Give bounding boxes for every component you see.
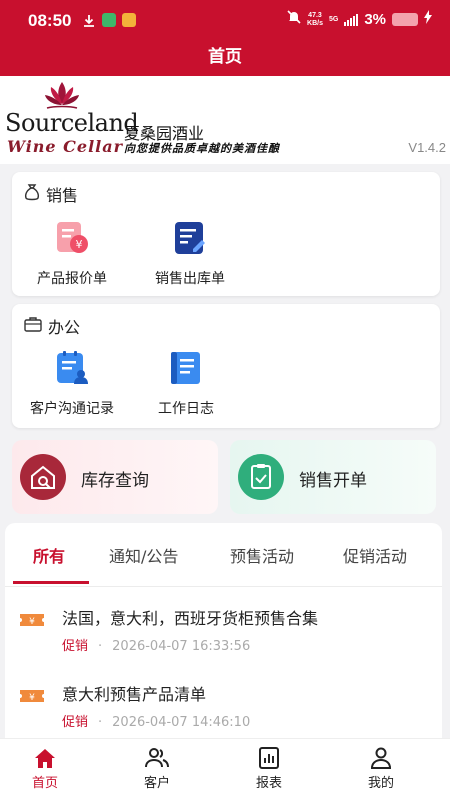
news-type: 促销 bbox=[62, 715, 89, 730]
tab-promotion[interactable]: 促销活动 bbox=[343, 543, 407, 567]
charging-icon bbox=[424, 10, 432, 29]
brand-subtitle-en: Wine Cellar bbox=[7, 137, 124, 156]
customer-record-icon bbox=[57, 351, 88, 384]
active-tab-indicator bbox=[13, 581, 89, 584]
coupon-icon: ¥ bbox=[20, 614, 44, 627]
person-icon bbox=[370, 747, 392, 769]
page-title: 首页 bbox=[0, 40, 450, 76]
users-icon bbox=[145, 748, 169, 768]
quote-sheet-label: 产品报价单 bbox=[37, 271, 107, 287]
news-item[interactable]: ¥ 法国，意大利，西班牙货柜预售合集 促销 · 2026-04-07 16:33:5… bbox=[5, 597, 442, 667]
sales-header: 销售 bbox=[24, 182, 78, 206]
office-card: 办公 客户沟通记录 工作日志 bbox=[12, 304, 440, 428]
svg-text:¥: ¥ bbox=[29, 693, 35, 703]
lotus-logo-icon bbox=[45, 82, 79, 109]
tab-customers[interactable]: 客户 bbox=[117, 747, 197, 791]
work-log-label: 工作日志 bbox=[158, 401, 214, 417]
quote-sheet-button[interactable]: ¥ 产品报价单 bbox=[32, 220, 112, 288]
svg-text:¥: ¥ bbox=[76, 238, 83, 251]
tab-home[interactable]: 首页 bbox=[5, 747, 85, 791]
coupon-icon: ¥ bbox=[20, 690, 44, 703]
bottom-tab-bar: 首页 客户 报表 我的 bbox=[0, 738, 450, 800]
sales-order-label: 销售开单 bbox=[299, 471, 367, 491]
customer-communication-button[interactable]: 客户沟通记录 bbox=[22, 350, 122, 418]
office-title: 办公 bbox=[48, 318, 81, 337]
svg-text:¥: ¥ bbox=[29, 617, 35, 627]
report-icon bbox=[259, 747, 279, 769]
tab-notices[interactable]: 通知/公告 bbox=[109, 543, 178, 567]
sales-outbound-label: 销售出库单 bbox=[155, 271, 225, 287]
warehouse-search-icon bbox=[20, 454, 66, 500]
news-tabs: 所有 通知/公告 预售活动 促销活动 bbox=[5, 523, 442, 587]
news-meta: 促销 · 2026-04-07 14:46:10 bbox=[62, 715, 251, 730]
signal-icon bbox=[344, 13, 359, 26]
brand-name-en: Sourceland bbox=[5, 109, 139, 137]
inventory-query-button[interactable]: 库存查询 bbox=[12, 440, 218, 514]
status-time: 08:50 bbox=[28, 11, 72, 30]
office-header: 办公 bbox=[24, 314, 80, 338]
mute-icon bbox=[287, 10, 301, 29]
battery-icon bbox=[392, 13, 418, 26]
app-version: V1.4.2 bbox=[408, 140, 446, 155]
sales-outbound-button[interactable]: 销售出库单 bbox=[145, 220, 235, 288]
brand-banner: Sourceland Wine Cellar 夏桑园酒业 向您提供品质卓越的美酒… bbox=[0, 76, 450, 164]
news-meta: 促销 · 2026-04-07 16:33:56 bbox=[62, 639, 251, 654]
tab-mine[interactable]: 我的 bbox=[341, 747, 421, 791]
work-log-icon bbox=[171, 352, 200, 384]
news-title: 意大利预售产品清单 bbox=[62, 685, 207, 704]
tab-all[interactable]: 所有 bbox=[33, 543, 65, 567]
clipboard-check-icon bbox=[238, 454, 284, 500]
sales-title: 销售 bbox=[46, 186, 79, 205]
tab-presale[interactable]: 预售活动 bbox=[230, 543, 294, 567]
status-bar: 08:50 47.3 KB/s 5G 3% bbox=[0, 0, 450, 40]
briefcase-icon bbox=[24, 316, 42, 336]
news-date: 2026-04-07 14:46:10 bbox=[112, 715, 251, 730]
quote-document-icon: ¥ bbox=[57, 222, 88, 253]
news-item[interactable]: ¥ 意大利预售产品清单 促销 · 2026-04-07 14:46:10 bbox=[5, 673, 442, 743]
work-log-button[interactable]: 工作日志 bbox=[146, 350, 226, 418]
news-date: 2026-04-07 16:33:56 bbox=[112, 639, 251, 654]
tab-reports[interactable]: 报表 bbox=[229, 747, 309, 791]
app-notification-icon bbox=[102, 13, 116, 27]
home-icon bbox=[35, 749, 55, 768]
sales-card: 销售 ¥ 产品报价单 销售出库单 bbox=[12, 172, 440, 296]
network-type: 5G bbox=[328, 15, 339, 23]
sales-order-button[interactable]: 销售开单 bbox=[230, 440, 436, 514]
battery-percent: 3% bbox=[364, 11, 386, 28]
outbound-order-icon bbox=[175, 222, 205, 254]
tool-notification-icon bbox=[122, 13, 136, 27]
money-bag-icon bbox=[24, 183, 40, 205]
news-title: 法国，意大利，西班牙货柜预售合集 bbox=[62, 609, 319, 628]
news-type: 促销 bbox=[62, 639, 89, 654]
customer-communication-label: 客户沟通记录 bbox=[30, 401, 114, 417]
net-speed: 47.3 KB/s bbox=[307, 11, 323, 27]
brand-slogan: 向您提供品质卓越的美酒佳酿 bbox=[124, 142, 280, 155]
download-notification-icon bbox=[82, 13, 96, 27]
inventory-query-label: 库存查询 bbox=[81, 471, 149, 491]
news-panel: 所有 通知/公告 预售活动 促销活动 ¥ 法国，意大利，西班牙货柜预售合集 促销… bbox=[5, 523, 442, 738]
